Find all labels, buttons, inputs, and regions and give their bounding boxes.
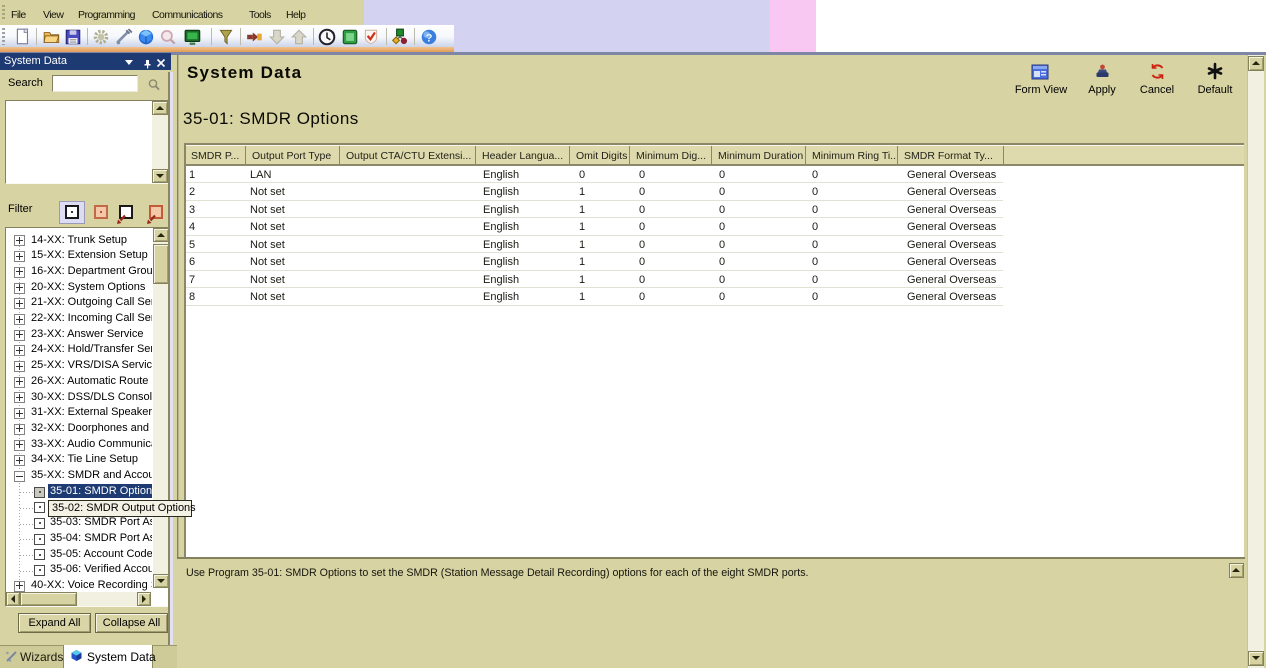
svg-text:?: ? — [426, 32, 433, 44]
